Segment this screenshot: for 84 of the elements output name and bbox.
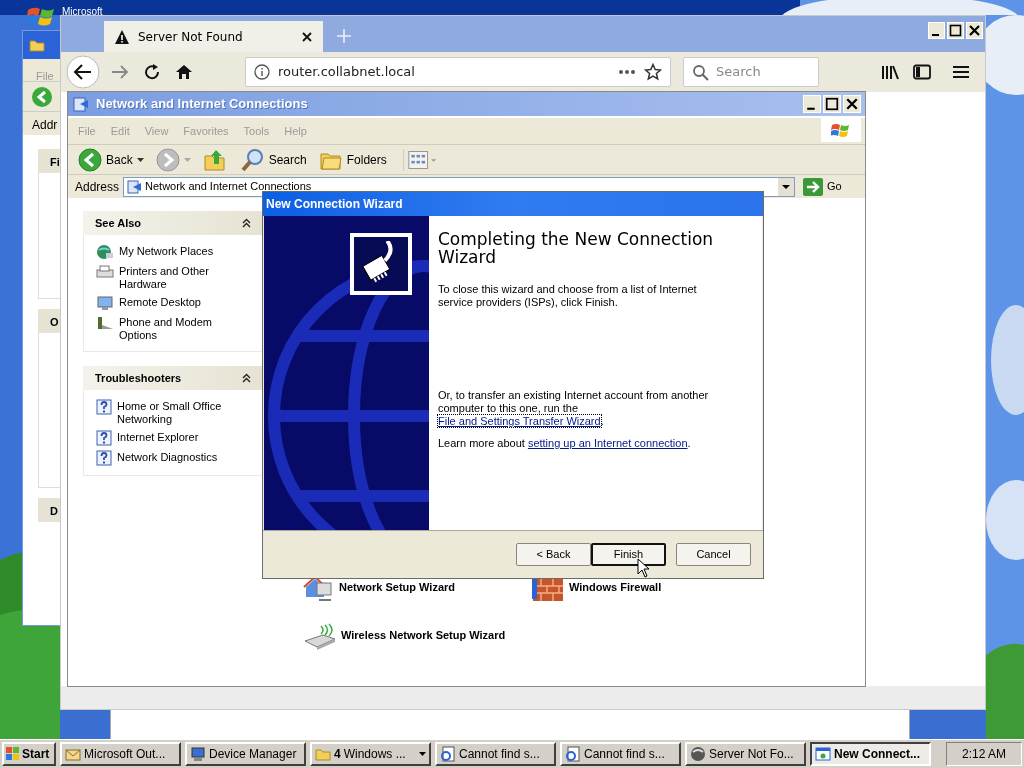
info-icon: [254, 64, 270, 80]
task-link[interactable]: Phone and Modem Options: [96, 315, 250, 342]
task-link[interactable]: Remote Desktop: [96, 295, 250, 311]
back-button[interactable]: Back: [76, 146, 146, 173]
folder-icon: [29, 38, 45, 52]
task-pane-header[interactable]: Troubleshooters: [83, 366, 263, 390]
network-folder-icon: [126, 178, 143, 195]
wizard-text: Learn more about setting up an Internet connection.: [438, 437, 692, 450]
more-icon[interactable]: [618, 69, 636, 75]
back-icon[interactable]: [66, 55, 100, 89]
task-link[interactable]: Printers and Other Hardware: [96, 264, 250, 291]
internet-setup-link[interactable]: setting up an Internet connection: [527, 437, 688, 449]
wizard-button[interactable]: < Back: [516, 543, 591, 566]
caret-icon: [419, 752, 426, 756]
taskbar-button[interactable]: Microsoft Out...: [60, 742, 181, 766]
monitor-icon: [96, 295, 114, 311]
warning-icon: [114, 28, 130, 45]
transfer-wizard-link[interactable]: File and Settings Transfer Wizard: [438, 415, 601, 427]
folder-icon: [315, 747, 331, 761]
windows-logo-icon: [831, 121, 851, 139]
wizard-button[interactable]: Cancel: [676, 543, 751, 566]
address-label: Address: [75, 178, 120, 196]
maximize-icon[interactable]: [947, 22, 964, 39]
mouse-pointer-icon: [637, 558, 650, 578]
windows-logo-icon: [6, 747, 20, 761]
taskbar-button[interactable]: Cannot find s...: [560, 742, 681, 766]
taskbar-button[interactable]: New Connect...: [810, 742, 931, 766]
computer-icon: [190, 746, 206, 762]
window-icon: [815, 746, 831, 762]
document-icon: [440, 746, 456, 762]
caret-icon: [183, 157, 191, 162]
search-icon: [692, 63, 709, 81]
close-icon[interactable]: [301, 30, 313, 43]
url-text: router.collabnet.local: [278, 63, 416, 82]
help-icon: [96, 430, 112, 446]
sidebar-icon[interactable]: [913, 64, 931, 80]
address-bar[interactable]: router.collabnet.local: [245, 57, 671, 87]
globe-icon: [690, 746, 706, 762]
printer-icon: [96, 264, 114, 280]
task-pane-header[interactable]: See Also: [83, 211, 263, 235]
wizard-button[interactable]: Finish: [591, 543, 666, 566]
minimize-icon[interactable]: [928, 22, 945, 39]
task-link[interactable]: Wireless Network Setup Wizard: [303, 623, 531, 651]
views-icon[interactable]: [402, 148, 437, 171]
taskbar-button[interactable]: Cannot find s...: [435, 742, 556, 766]
star-icon[interactable]: [644, 63, 662, 81]
wizard-text: Or, to transfer an existing Internet account from another computer to this one, run the File and Settings Transfer Wizard.: [438, 389, 710, 428]
task-link[interactable]: My Network Places: [96, 244, 250, 260]
window-title: Network and Internet Connections: [96, 95, 309, 114]
tab-title: Server Not Found: [138, 28, 244, 46]
network-folder-icon: [72, 95, 90, 113]
task-link[interactable]: Internet Explorer: [96, 430, 250, 446]
help-icon: [96, 399, 112, 415]
menu-icon[interactable]: [953, 65, 969, 79]
go-button[interactable]: Go: [803, 177, 842, 196]
wireless-adapter-icon: [303, 623, 337, 651]
home-icon[interactable]: [175, 63, 193, 81]
wizard-heading: Completing the New Connection Wizard: [438, 230, 715, 266]
reload-icon[interactable]: [143, 63, 161, 81]
task-link[interactable]: Home or Small Office Networking: [96, 399, 250, 426]
maximize-icon[interactable]: [823, 95, 841, 113]
wizard-text: To close this wizard and choose from a list of Internet service providers (ISPs), click Finish.: [438, 283, 698, 309]
document-icon: [565, 746, 581, 762]
search-button[interactable]: Search: [238, 146, 309, 173]
task-link[interactable]: Network Diagnostics: [96, 450, 250, 466]
dropdown-icon[interactable]: [778, 177, 795, 196]
clock: 2:12 AM: [946, 742, 1022, 766]
address-value: Network and Internet Connections: [145, 179, 313, 195]
browser-tab[interactable]: Server Not Found: [104, 21, 323, 52]
library-icon[interactable]: [881, 64, 899, 80]
help-icon: [96, 450, 112, 466]
search-field[interactable]: Search: [683, 57, 819, 87]
magnifier-icon: [240, 147, 265, 172]
globe-icon: [96, 244, 114, 260]
folders-button[interactable]: Folders: [316, 146, 389, 173]
minimize-icon[interactable]: [803, 95, 821, 113]
taskbar-button[interactable]: Server Not Fo...: [685, 742, 806, 766]
start-button[interactable]: Start: [2, 742, 56, 766]
caret-icon: [136, 157, 144, 162]
task-link[interactable]: Windows Firewall: [531, 575, 731, 603]
taskbar-button[interactable]: Device Manager: [185, 742, 306, 766]
envelope-icon: [65, 746, 81, 762]
dialog-title: New Connection Wizard: [263, 192, 763, 216]
taskbar-button[interactable]: 4 Windows ...: [310, 742, 431, 766]
